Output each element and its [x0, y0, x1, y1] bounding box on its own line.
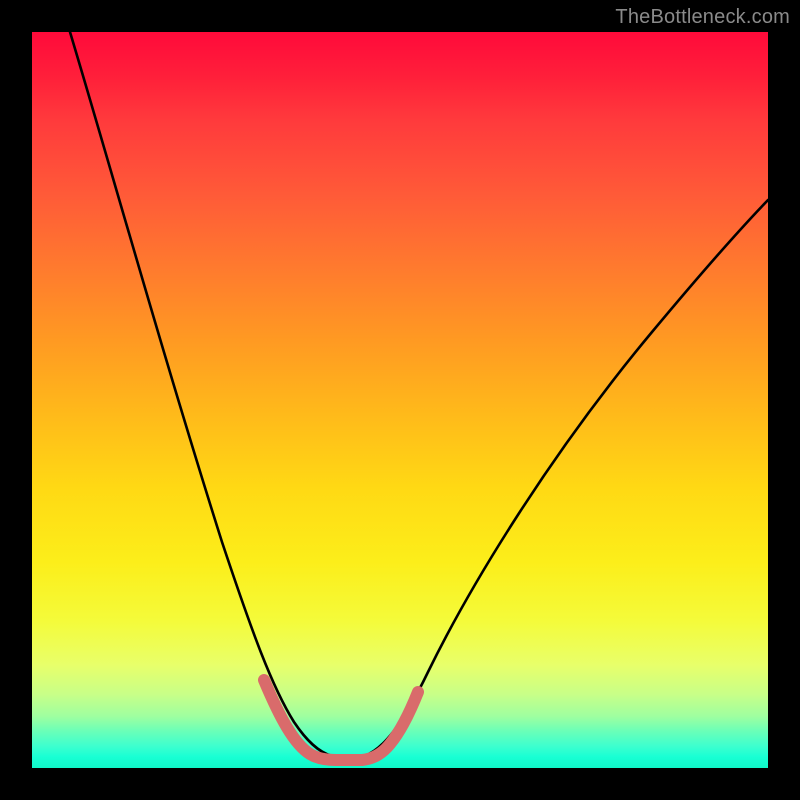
curve-layer	[32, 32, 768, 768]
chart-frame: TheBottleneck.com	[0, 0, 800, 800]
plot-area	[32, 32, 768, 768]
watermark-text: TheBottleneck.com	[615, 6, 790, 29]
bottleneck-curve	[70, 32, 768, 756]
near-optimum-highlight	[264, 680, 418, 760]
